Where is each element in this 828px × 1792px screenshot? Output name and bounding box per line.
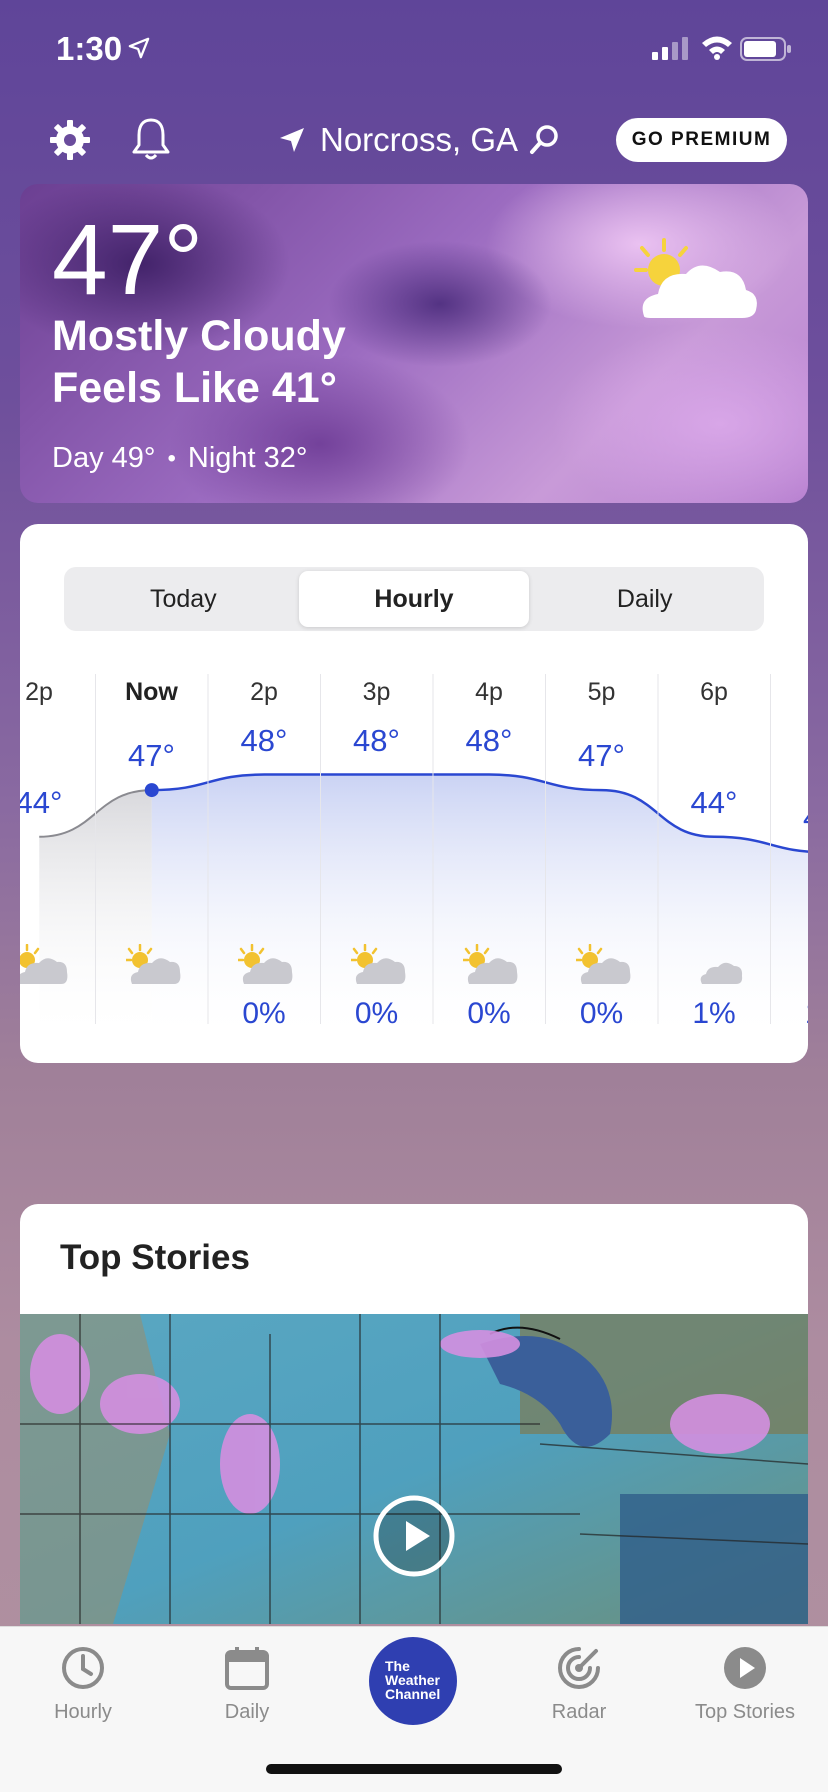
play-video-icon[interactable] — [372, 1494, 456, 1578]
tab-hourly[interactable]: Hourly — [298, 571, 530, 627]
hour-temperature: 47° — [128, 738, 175, 774]
app-header: Norcross, GA GO PREMIUM — [0, 110, 828, 170]
weather-channel-logo[interactable]: The Weather Channel — [369, 1637, 457, 1725]
hour-precip-chance: 1% — [692, 997, 736, 1030]
hour-column[interactable]: 3p 48° 0% — [321, 664, 433, 1044]
nav-hourly[interactable]: Hourly — [8, 1645, 158, 1745]
forecast-card: Today Hourly Daily 2p 44° Now 47° 2p 48° 0% 3p 4… — [20, 524, 808, 1063]
hour-precip-chance: 0% — [579, 997, 624, 1030]
partly-cloudy-day-icon — [574, 943, 632, 988]
hour-precip-chance: 0% — [242, 997, 286, 1030]
hour-temperature: 44° — [690, 784, 738, 820]
top-stories-card: Top Stories — [20, 1204, 808, 1624]
feels-like: Feels Like 41° — [52, 364, 337, 412]
hour-precip-chance: 0% — [467, 997, 511, 1030]
location-services-icon — [128, 37, 150, 59]
battery-icon — [740, 37, 791, 61]
clock-icon — [62, 1647, 104, 1689]
tab-today[interactable]: Today — [68, 571, 299, 627]
nav-radar[interactable]: Radar — [504, 1645, 654, 1745]
location-arrow-icon — [280, 128, 304, 152]
wifi-icon — [702, 36, 732, 60]
nav-daily-label: Daily — [224, 1701, 270, 1723]
search-icon[interactable] — [528, 124, 560, 156]
radar-icon — [558, 1647, 600, 1689]
hour-column[interactable]: Now 47° — [96, 664, 208, 1044]
hour-temperature: 44° — [20, 784, 63, 820]
hour-time: 5p — [587, 678, 616, 706]
hour-temperature: 48° — [465, 722, 513, 758]
day-night-temps: Day 49° • Night 32° — [52, 442, 308, 475]
logo-line-1: The — [385, 1658, 410, 1674]
hour-time: 4p — [475, 678, 503, 706]
home-indicator — [266, 1764, 562, 1774]
location-selector[interactable]: Norcross, GA — [278, 118, 560, 162]
hour-temperature: 47° — [578, 738, 625, 774]
hour-column[interactable]: 5p 47° 0% — [546, 664, 658, 1044]
current-conditions-card[interactable]: 47° Mostly Cloudy Feels Like 41° Day 49°… — [20, 184, 808, 503]
hour-time: 6p — [700, 678, 728, 706]
hour-column[interactable]: 4p 48° 0% — [433, 664, 545, 1044]
partly-cloudy-day-icon — [634, 238, 757, 318]
logo-line-2: Weather — [385, 1672, 440, 1688]
nav-hourly-label: Hourly — [54, 1701, 112, 1723]
hour-temperature: 43° — [771, 800, 808, 836]
hour-temperature: 48° — [240, 722, 288, 758]
status-time: 1:30 — [56, 30, 123, 67]
partly-cloudy-day-icon — [236, 943, 294, 988]
forecast-tab-control: Today Hourly Daily — [64, 567, 764, 631]
play-circle-icon — [724, 1647, 766, 1689]
location-name: Norcross, GA — [320, 121, 519, 158]
hour-time: 7p — [771, 678, 809, 707]
logo-line-3: Channel — [385, 1686, 441, 1702]
top-stories-title: Top Stories — [60, 1238, 250, 1277]
current-temperature: 47° — [52, 204, 204, 316]
separator-dot: • — [167, 444, 176, 472]
partly-cloudy-day-icon — [349, 943, 407, 988]
hour-column[interactable]: 2p 44° — [20, 664, 95, 1044]
day-high: Day 49° — [52, 442, 156, 474]
nav-daily[interactable]: Daily — [172, 1645, 322, 1745]
partly-cloudy-day-icon — [20, 943, 69, 988]
hour-column[interactable]: 2p 48° 0% — [208, 664, 320, 1044]
hour-time: 2p — [250, 678, 278, 706]
nav-radar-label: Radar — [551, 1701, 607, 1723]
hour-temperature: 48° — [353, 722, 400, 758]
hour-precip-chance: 0% — [354, 997, 399, 1030]
current-condition: Mostly Cloudy — [52, 312, 346, 360]
hour-time: 3p — [362, 678, 391, 706]
partly-cloudy-day-icon — [124, 943, 182, 988]
hour-precip-chance: 1% — [771, 997, 808, 1031]
gear-icon[interactable] — [48, 118, 92, 162]
status-bar: 1:30 — [0, 0, 828, 100]
night-low: Night 32° — [187, 442, 308, 474]
bell-icon[interactable] — [130, 116, 172, 162]
partly-cloudy-day-icon — [461, 943, 519, 988]
partly-cloudy-night-icon — [801, 944, 809, 988]
tab-daily[interactable]: Daily — [529, 571, 760, 627]
calendar-icon — [225, 1647, 269, 1690]
hourly-strip[interactable]: 2p 44° Now 47° 2p 48° 0% 3p 48° 0% 4p 48° 0% 5p 47° 0% 6… — [20, 664, 808, 1044]
nav-top-stories-label: Top Stories — [694, 1701, 796, 1723]
hour-time: 2p — [25, 678, 53, 706]
cellular-signal-icon — [652, 37, 688, 60]
hour-time: Now — [125, 678, 178, 706]
nav-top-stories[interactable]: Top Stories — [670, 1645, 820, 1745]
go-premium-button[interactable]: GO PREMIUM — [616, 118, 787, 162]
hour-column[interactable]: 7p 43° 1% — [771, 664, 809, 1044]
partly-cloudy-night-icon — [688, 944, 744, 988]
hour-column[interactable]: 6p 44° 1% — [658, 664, 770, 1044]
